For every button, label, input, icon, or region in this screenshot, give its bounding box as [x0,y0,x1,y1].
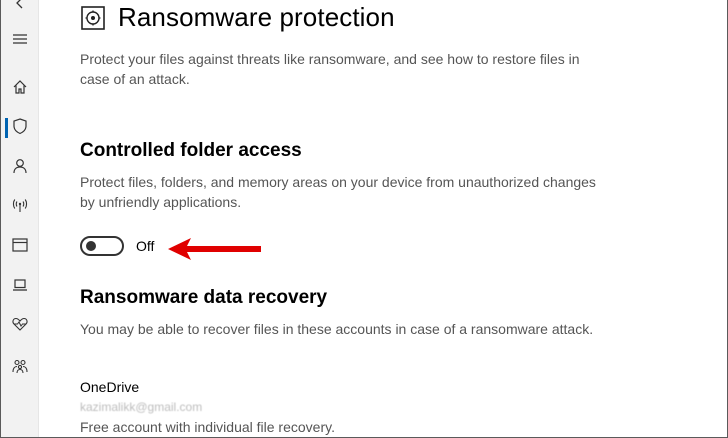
data-recovery-title: Ransomware data recovery [80,287,328,308]
page-title: Ransomware protection [118,2,395,32]
sidebar-item-device-performance[interactable] [1,307,39,345]
laptop-icon [11,276,29,299]
sidebar-item-family-options[interactable] [1,349,39,387]
toggle-knob [86,241,96,251]
sidebar-item-firewall[interactable] [1,188,39,226]
family-icon [11,357,29,380]
data-recovery-description: You may be able to recover files in thes… [80,321,594,337]
controlled-folder-access-title: Controlled folder access [80,140,302,161]
page-description: Protect your files against threats like … [80,51,580,87]
hamburger-icon [11,30,29,53]
wifi-antenna-icon [11,196,29,219]
shield-icon [11,117,29,140]
browser-window-icon [11,236,29,259]
sidebar [1,0,39,437]
sidebar-item-device-security[interactable] [1,268,39,306]
account-note: Free account with individual file recove… [80,419,335,435]
page-header: Ransomware protection [80,2,395,33]
account-email: kazimalikk@gmail.com [80,400,203,414]
window-frame: Ransomware protection Protect your files… [0,0,728,438]
controlled-folder-access-toggle-row: Off [80,236,154,256]
sidebar-item-virus-protection[interactable] [1,109,39,147]
ransomware-icon [80,3,106,33]
person-icon [11,157,29,180]
controlled-folder-access-description: Protect files, folders, and memory areas… [80,174,596,210]
back-arrow-icon [11,0,29,17]
account-name: OneDrive [80,379,140,395]
controlled-folder-access-toggle[interactable] [80,236,124,256]
home-icon [11,78,29,101]
sidebar-item-home[interactable] [1,70,39,108]
sidebar-item-account-protection[interactable] [1,149,39,187]
back-button[interactable] [1,0,39,24]
heart-pulse-icon [11,315,29,338]
menu-button[interactable] [1,22,39,60]
toggle-state-label: Off [136,238,155,254]
red-arrow-annotation [168,238,261,260]
main-content: Ransomware protection Protect your files… [40,0,727,437]
sidebar-item-app-browser-control[interactable] [1,228,39,266]
